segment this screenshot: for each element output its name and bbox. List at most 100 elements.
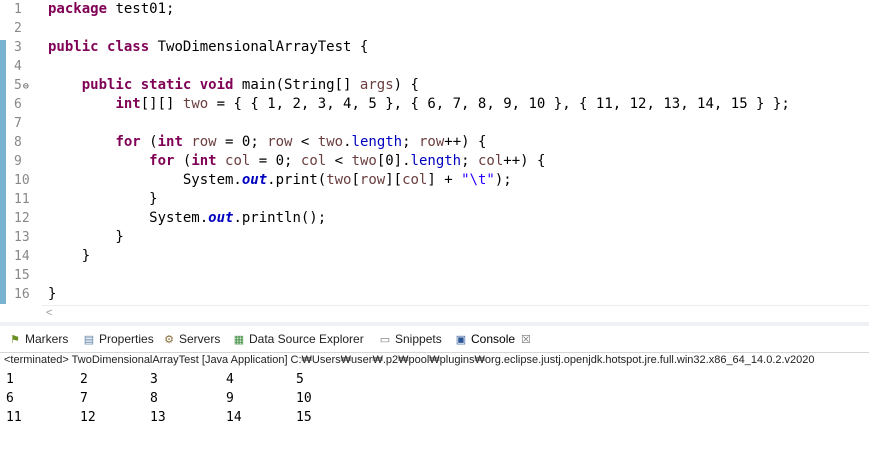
code-token: row (267, 134, 293, 150)
tab-label: Data Source Explorer (249, 332, 364, 346)
code-line[interactable]: 1 package test01; (0, 0, 869, 19)
console-value: 7 (80, 391, 88, 406)
close-icon[interactable]: ☒ (521, 334, 531, 346)
code-token: TwoDimensionalArrayTest { (149, 39, 369, 55)
tab-snippets[interactable]: ▭ Snippets (378, 330, 442, 348)
code-text: public class TwoDimensionalArrayTest { (48, 38, 368, 57)
code-line[interactable]: 11 } (0, 190, 869, 209)
code-token: two (351, 153, 377, 169)
code-line[interactable]: 12 System.out.println(); (0, 209, 869, 228)
code-token: class (107, 39, 150, 55)
code-token: < (326, 153, 352, 169)
code-token: static (140, 77, 192, 93)
console-status: <terminated> TwoDimensionalArrayTest [Ja… (4, 354, 815, 366)
code-token: } (48, 191, 158, 207)
code-token: col (225, 153, 251, 169)
console-output[interactable]: 1 2 3 4 5 6 7 8 9 10 11 12 13 14 15 (0, 370, 869, 427)
console-value: 11 (6, 410, 22, 425)
code-token: ( (174, 153, 192, 169)
console-icon: ▣ (455, 333, 467, 346)
scroll-left-icon[interactable]: < (46, 307, 52, 319)
code-token: col (402, 172, 428, 188)
code-text: package test01; (48, 0, 174, 19)
code-line[interactable]: 5⊖ public static void main(String[] args… (0, 76, 869, 95)
code-token: = 0; (216, 134, 268, 150)
console-value: 9 (226, 391, 234, 406)
code-text: System.out.print(two[row][col] + "\t"); (48, 171, 512, 190)
tab-label: Servers (179, 332, 221, 346)
code-token: out (241, 172, 268, 188)
console-value: 14 (226, 410, 242, 425)
code-line[interactable]: 16} (0, 285, 869, 304)
console-line: 11 12 13 14 15 (0, 408, 869, 427)
properties-icon: ▤ (83, 333, 95, 346)
code-token: = 0; (250, 153, 301, 169)
code-line[interactable]: 8 for (int row = 0; row < two.length; ro… (0, 133, 869, 152)
code-token: out (208, 210, 234, 226)
code-line[interactable]: 6 int[][] two = { { 1, 2, 3, 4, 5 }, { 6… (0, 95, 869, 114)
code-token: two (182, 96, 209, 112)
console-line: 6 7 8 9 10 (0, 389, 869, 408)
tab-servers[interactable]: ⚙ Servers (162, 330, 220, 348)
code-line[interactable]: 2 (0, 19, 869, 38)
view-tab-bar: ⚑ Markers ▤ Properties ⚙ Servers ▦ Data Source … (0, 326, 869, 353)
console-value: 4 (226, 372, 234, 387)
console-value: 8 (150, 391, 158, 406)
tab-properties[interactable]: ▤ Properties (82, 330, 154, 348)
code-token: } (48, 248, 91, 264)
code-token: [][] (140, 96, 183, 112)
code-token: col (300, 153, 327, 169)
console-value: 15 (296, 410, 312, 425)
tab-label: Markers (25, 332, 69, 346)
servers-icon: ⚙ (164, 333, 174, 346)
tab-label: Snippets (395, 332, 442, 346)
console-line: 1 2 3 4 5 (0, 370, 869, 389)
code-token: ) { (393, 77, 419, 93)
code-line[interactable]: 13 } (0, 228, 869, 247)
line-number: 13 (14, 230, 30, 245)
code-token: col (477, 153, 504, 169)
tab-markers[interactable]: ⚑ Markers (8, 330, 68, 348)
line-number: 9 (14, 154, 22, 169)
tab-console[interactable]: ▣ Console ☒ (454, 330, 531, 348)
code-text: } (48, 285, 56, 304)
code-line[interactable]: 10 System.out.print(two[row][col] + "\t"… (0, 171, 869, 190)
fold-toggle-icon[interactable]: ⊖ (23, 81, 29, 92)
tab-label: Console (471, 332, 516, 346)
code-text: } (48, 247, 90, 266)
code-line[interactable]: 3 public class TwoDimensionalArrayTest { (0, 38, 869, 57)
code-line[interactable]: 9 for (int col = 0; col < two[0].length;… (0, 152, 869, 171)
code-line[interactable]: 15 (0, 266, 869, 285)
horizontal-scrollbar[interactable]: < (42, 305, 869, 323)
code-token: = { { 1, 2, 3, 4, 5 }, { 6, 7, 8, 9, 10 … (208, 96, 790, 112)
code-token: } (48, 286, 57, 302)
code-text: int[][] two = { { 1, 2, 3, 4, 5 }, { 6, … (48, 95, 790, 114)
line-number: 2 (14, 21, 22, 36)
code-token: two (326, 172, 352, 188)
code-token: int (157, 134, 183, 150)
code-editor[interactable]: 1 package test01; 2 3 public class TwoDimens… (0, 0, 869, 305)
code-token: args (359, 77, 394, 93)
console-value: 6 (6, 391, 14, 406)
code-line[interactable]: 7 (0, 114, 869, 133)
code-token: ); (494, 172, 512, 188)
code-token: ++) { (503, 153, 546, 169)
code-token: row (191, 134, 217, 150)
code-token: void (199, 77, 234, 93)
line-number: 7 (14, 116, 22, 131)
code-line[interactable]: 14 } (0, 247, 869, 266)
code-token: main(String[] (233, 77, 360, 93)
markers-icon: ⚑ (10, 333, 20, 346)
tab-data-source-explorer[interactable]: ▦ Data Source Explorer (232, 330, 364, 348)
line-number: 12 (14, 211, 30, 226)
line-number: 16 (14, 287, 30, 302)
code-token: ( (140, 134, 158, 150)
code-line[interactable]: 4 (0, 57, 869, 76)
